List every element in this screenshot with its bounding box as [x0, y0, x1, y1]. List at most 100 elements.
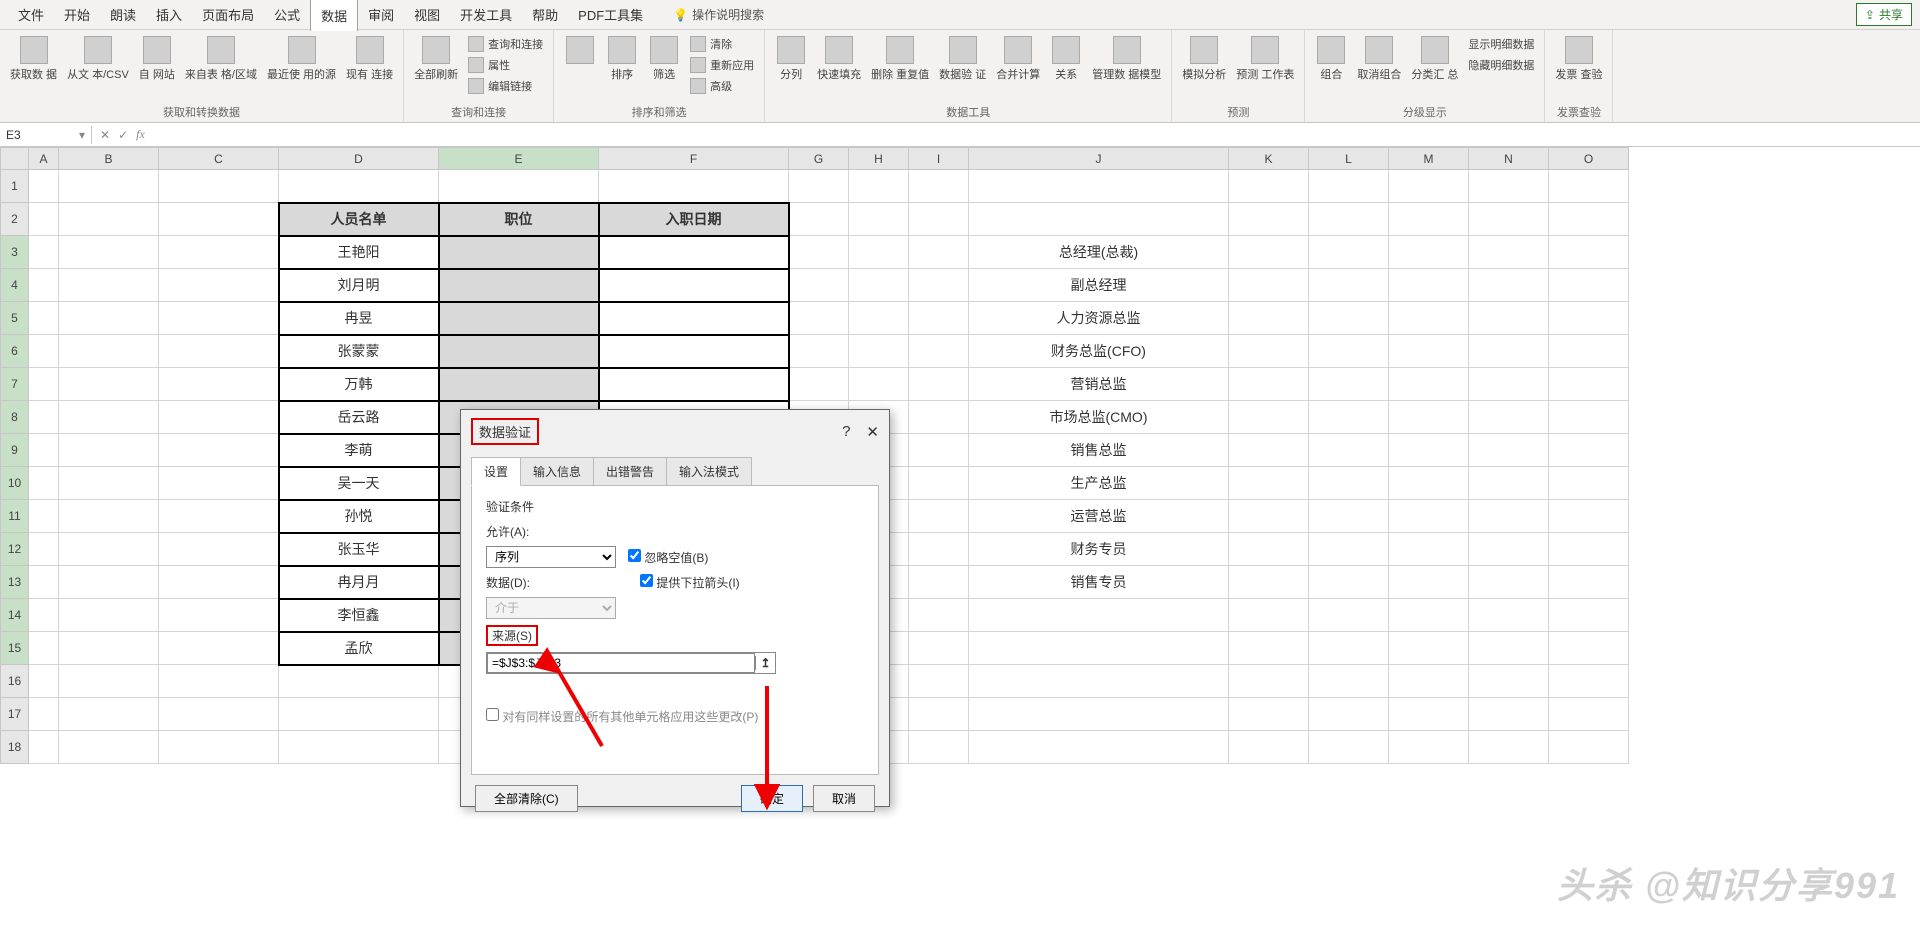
whatif-button[interactable]: 模拟分析	[1178, 34, 1230, 84]
row-header[interactable]: 16	[1, 665, 29, 698]
allow-select[interactable]: 序列	[486, 546, 616, 568]
enter-icon[interactable]: ✓	[118, 128, 128, 142]
row-header[interactable]: 10	[1, 467, 29, 500]
chevron-down-icon[interactable]: ▾	[79, 128, 85, 142]
menu-layout[interactable]: 页面布局	[192, 0, 264, 30]
cell[interactable]: 冉昱	[279, 302, 439, 335]
select-all-corner[interactable]	[1, 148, 29, 170]
row-header[interactable]: 6	[1, 335, 29, 368]
cell[interactable]	[439, 236, 599, 269]
row-header[interactable]: 9	[1, 434, 29, 467]
cell[interactable]: 冉月月	[279, 566, 439, 599]
cell[interactable]: 张玉华	[279, 533, 439, 566]
cell[interactable]: 吴一天	[279, 467, 439, 500]
tab-settings[interactable]: 设置	[471, 457, 521, 486]
tell-me-search[interactable]: 💡 操作说明搜索	[673, 6, 764, 23]
menu-view[interactable]: 视图	[404, 0, 450, 30]
menu-review[interactable]: 审阅	[358, 0, 404, 30]
relationships-button[interactable]: 关系	[1046, 34, 1086, 84]
col-header[interactable]: F	[599, 148, 789, 170]
cell[interactable]: 人力资源总监	[969, 302, 1229, 335]
cell[interactable]: 财务总监(CFO)	[969, 335, 1229, 368]
sort-az-button[interactable]	[560, 34, 600, 68]
subtotal-button[interactable]: 分类汇 总	[1407, 34, 1462, 84]
col-header[interactable]: D	[279, 148, 439, 170]
cell[interactable]: 销售专员	[969, 566, 1229, 599]
cell[interactable]: 孙悦	[279, 500, 439, 533]
row-header[interactable]: 15	[1, 632, 29, 665]
checkbox[interactable]	[628, 549, 641, 562]
cell[interactable]: 市场总监(CMO)	[969, 401, 1229, 434]
flash-fill-button[interactable]: 快速填充	[813, 34, 865, 84]
col-header[interactable]: J	[969, 148, 1229, 170]
show-detail-button[interactable]: 显示明细数据	[1464, 34, 1538, 54]
filter-button[interactable]: 筛选	[644, 34, 684, 84]
from-csv-button[interactable]: 从文 本/CSV	[63, 34, 133, 84]
refresh-all-button[interactable]: 全部刷新	[410, 34, 462, 84]
properties-button[interactable]: 属性	[464, 55, 547, 75]
cell[interactable]: 销售总监	[969, 434, 1229, 467]
cancel-button[interactable]: 取消	[813, 785, 875, 812]
menu-help[interactable]: 帮助	[522, 0, 568, 30]
cell[interactable]	[599, 302, 789, 335]
cell[interactable]	[599, 368, 789, 401]
cell[interactable]	[439, 302, 599, 335]
from-web-button[interactable]: 自 网站	[135, 34, 179, 84]
invoice-check-button[interactable]: 发票 查验	[1551, 34, 1606, 84]
consolidate-button[interactable]: 合并计算	[992, 34, 1044, 84]
cell[interactable]: 副总经理	[969, 269, 1229, 302]
cell[interactable]: 总经理(总裁)	[969, 236, 1229, 269]
row-header[interactable]: 3	[1, 236, 29, 269]
row-header[interactable]: 12	[1, 533, 29, 566]
table-header[interactable]: 人员名单	[279, 203, 439, 236]
tab-input-msg[interactable]: 输入信息	[520, 457, 594, 486]
data-model-button[interactable]: 管理数 据模型	[1088, 34, 1165, 84]
menu-pdf[interactable]: PDF工具集	[568, 0, 653, 30]
col-header[interactable]: B	[59, 148, 159, 170]
col-header[interactable]: C	[159, 148, 279, 170]
existing-conn-button[interactable]: 现有 连接	[342, 34, 397, 84]
source-input[interactable]	[487, 653, 755, 673]
checkbox[interactable]	[640, 574, 653, 587]
cell[interactable]: 生产总监	[969, 467, 1229, 500]
advanced-button[interactable]: 高级	[686, 76, 758, 96]
menu-read[interactable]: 朗读	[100, 0, 146, 30]
row-header[interactable]: 4	[1, 269, 29, 302]
cell[interactable]: 王艳阳	[279, 236, 439, 269]
checkbox[interactable]	[486, 708, 499, 721]
row-header[interactable]: 1	[1, 170, 29, 203]
cell[interactable]: 岳云路	[279, 401, 439, 434]
cell[interactable]: 万韩	[279, 368, 439, 401]
menu-dev[interactable]: 开发工具	[450, 0, 522, 30]
menu-insert[interactable]: 插入	[146, 0, 192, 30]
table-header[interactable]: 入职日期	[599, 203, 789, 236]
row-header[interactable]: 11	[1, 500, 29, 533]
ok-button[interactable]: 确定	[741, 785, 803, 812]
row-header[interactable]: 8	[1, 401, 29, 434]
col-header[interactable]: M	[1389, 148, 1469, 170]
cell[interactable]: 李萌	[279, 434, 439, 467]
col-header[interactable]: K	[1229, 148, 1309, 170]
dialog-titlebar[interactable]: 数据验证 ? ✕	[461, 410, 889, 453]
remove-dup-button[interactable]: 删除 重复值	[867, 34, 933, 84]
cell[interactable]	[439, 368, 599, 401]
cell[interactable]	[439, 269, 599, 302]
tab-error[interactable]: 出错警告	[593, 457, 667, 486]
cell[interactable]: 张蒙蒙	[279, 335, 439, 368]
dropdown-checkbox[interactable]: 提供下拉箭头(I)	[640, 574, 740, 591]
row-header[interactable]: 14	[1, 599, 29, 632]
close-icon[interactable]: ✕	[866, 423, 879, 441]
col-header[interactable]: E	[439, 148, 599, 170]
col-header[interactable]: H	[849, 148, 909, 170]
recent-sources-button[interactable]: 最近使 用的源	[263, 34, 340, 84]
queries-button[interactable]: 查询和连接	[464, 34, 547, 54]
menu-file[interactable]: 文件	[8, 0, 54, 30]
col-header[interactable]: L	[1309, 148, 1389, 170]
menu-data[interactable]: 数据	[310, 0, 358, 31]
get-data-button[interactable]: 获取数 据	[6, 34, 61, 84]
name-box[interactable]: E3 ▾	[0, 126, 92, 144]
cell[interactable]	[599, 269, 789, 302]
menu-home[interactable]: 开始	[54, 0, 100, 30]
data-validation-button[interactable]: 数据验 证	[935, 34, 990, 84]
ignore-blank-checkbox[interactable]: 忽略空值(B)	[628, 549, 708, 566]
